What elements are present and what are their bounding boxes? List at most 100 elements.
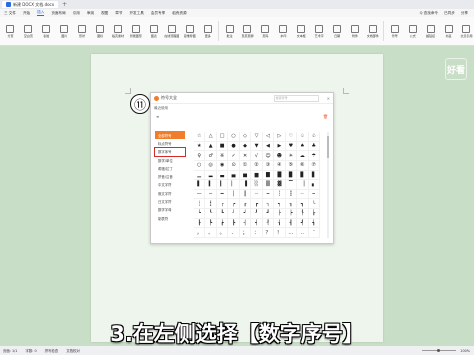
symbol-cell[interactable]: ┘ <box>228 209 240 219</box>
ribbon-button[interactable]: 附件 <box>348 24 363 38</box>
zoom-level[interactable]: 100% <box>460 349 470 353</box>
menu-item[interactable]: 三 文件 <box>4 11 16 16</box>
menu-item[interactable]: 引用 <box>73 11 80 16</box>
symbol-cell[interactable]: ☻ <box>274 151 286 161</box>
symbol-cell[interactable]: ┟ <box>308 209 320 219</box>
symbol-cell[interactable]: ░ <box>251 180 263 190</box>
ribbon-button[interactable]: 文本框 <box>294 24 309 38</box>
symbol-cell[interactable]: ☺ <box>262 151 275 161</box>
symbol-cell[interactable]: ┐ <box>262 199 275 210</box>
category-item[interactable]: 标点符号 <box>155 139 185 147</box>
symbol-cell[interactable]: ┕ <box>194 209 206 219</box>
category-item[interactable]: 希腊/拉丁 <box>155 164 185 172</box>
symbol-cell[interactable]: ┛ <box>262 209 275 219</box>
symbol-cell[interactable]: ！ <box>274 228 286 238</box>
symbol-cell[interactable]: ⊙ <box>228 160 240 171</box>
ribbon-button[interactable]: 空白页 <box>21 24 36 38</box>
ribbon-button[interactable]: 形状 <box>75 24 90 38</box>
ribbon-button[interactable]: 批注 <box>222 24 237 38</box>
symbol-search-input[interactable]: 搜索符号 <box>273 94 319 102</box>
menu-item[interactable]: 开发工具 <box>129 11 143 16</box>
symbol-cell[interactable]: ▁ <box>194 170 206 181</box>
symbol-cell[interactable]: ； <box>239 228 252 238</box>
menu-right-item[interactable]: 分享 <box>461 11 468 16</box>
symbol-cell[interactable]: ◆ <box>239 141 252 152</box>
symbol-cell[interactable]: ├ <box>274 209 286 219</box>
symbol-cell[interactable]: ┡ <box>205 218 217 229</box>
symbol-cell[interactable]: 、 <box>205 228 217 238</box>
category-item[interactable]: 俄文字符 <box>155 189 185 197</box>
ribbon-button[interactable]: 符号 <box>387 24 402 38</box>
scrollbar-thumb[interactable] <box>327 136 329 158</box>
symbol-cell[interactable]: △ <box>205 132 217 142</box>
symbol-cell[interactable]: ♡ <box>285 132 298 142</box>
ribbon-button[interactable]: 图表 <box>146 24 161 38</box>
status-item[interactable]: 页面: 1/1 <box>3 348 17 353</box>
symbol-cell[interactable]: ． <box>228 228 240 238</box>
symbol-cell[interactable]: ▎ <box>216 180 229 190</box>
symbol-cell[interactable]: ┏ <box>251 199 263 210</box>
symbol-cell[interactable]: ▽ <box>251 132 263 142</box>
command-search[interactable]: Q 查找命令 <box>420 11 438 16</box>
symbol-cell[interactable]: ┨ <box>285 218 298 229</box>
ribbon-button[interactable]: 交叉引用 <box>459 24 474 38</box>
category-item[interactable]: 日文字符 <box>155 197 185 205</box>
menu-item[interactable]: 章节 <box>115 11 122 16</box>
symbol-cell[interactable]: ┊ <box>194 199 206 210</box>
symbol-cell[interactable]: ☀ <box>285 151 298 161</box>
symbol-cell[interactable]: ┓ <box>297 199 309 210</box>
symbol-cell[interactable]: ┙ <box>239 209 252 219</box>
symbol-cell[interactable]: █ <box>274 170 286 181</box>
category-item[interactable]: 中文字符 <box>155 181 185 189</box>
symbol-cell[interactable]: ◎ <box>205 160 217 171</box>
symbol-cell[interactable]: ▍ <box>205 180 217 190</box>
status-item[interactable]: 文档校对 <box>66 348 80 353</box>
close-icon[interactable]: × <box>327 96 330 101</box>
symbol-cell[interactable]: ● <box>228 141 240 152</box>
symbol-cell[interactable]: ¨ <box>308 228 320 238</box>
symbol-cell[interactable]: ┇ <box>285 189 298 200</box>
ribbon-button[interactable]: 水印 <box>276 24 291 38</box>
ribbon-button[interactable]: 书签 <box>441 24 456 38</box>
symbol-cell[interactable]: ┠ <box>194 218 206 229</box>
symbol-cell[interactable]: ， <box>194 228 206 238</box>
menu-item[interactable]: 开始 <box>23 11 30 16</box>
category-item[interactable]: 拼音/注音 <box>155 172 185 180</box>
symbol-cell[interactable]: 。 <box>216 228 229 238</box>
ribbon-button[interactable]: 超链接 <box>423 24 438 38</box>
menu-item[interactable]: 稻壳资源 <box>172 11 186 16</box>
symbol-cell[interactable]: ⑤ <box>285 160 298 171</box>
symbol-cell[interactable]: ○ <box>194 160 206 171</box>
symbol-cell[interactable]: ▏ <box>228 180 240 190</box>
symbol-cell[interactable]: └ <box>308 199 320 210</box>
symbol-cell[interactable]: ☂ <box>308 151 320 161</box>
ribbon-button[interactable]: 艺术字 <box>312 24 327 38</box>
symbol-cell[interactable]: ▲ <box>205 141 217 152</box>
symbol-cell[interactable]: ┄ <box>251 189 263 200</box>
symbol-cell[interactable]: ③ <box>262 160 275 171</box>
symbol-cell[interactable]: ┆ <box>274 189 286 200</box>
ribbon-button[interactable]: 智能图形 <box>128 24 143 38</box>
symbol-cell[interactable]: □ <box>216 132 229 142</box>
symbol-cell[interactable]: ┒ <box>285 199 298 210</box>
symbol-cell[interactable]: ▓ <box>274 180 286 190</box>
ribbon-button[interactable]: 页眉页脚 <box>240 24 255 38</box>
symbol-cell[interactable]: ■ <box>216 141 229 152</box>
ribbon-button[interactable]: 思维导图 <box>182 24 197 38</box>
symbol-cell[interactable]: ▆ <box>251 170 263 181</box>
symbol-cell[interactable]: ┃ <box>239 189 252 200</box>
symbol-cell[interactable]: √ <box>251 151 263 161</box>
symbol-cell[interactable]: … <box>285 228 298 238</box>
symbol-cell[interactable]: ♤ <box>297 132 309 142</box>
menu-item[interactable]: 插入 <box>37 10 45 16</box>
symbol-cell[interactable]: ┅ <box>262 189 275 200</box>
ribbon-button[interactable]: 公式 <box>405 24 420 38</box>
ribbon-button[interactable]: 表格 <box>39 24 54 38</box>
symbol-cell[interactable]: ▖ <box>308 180 320 190</box>
symbol-cell[interactable]: ？ <box>262 228 275 238</box>
symbol-cell[interactable]: ⑥ <box>297 160 309 171</box>
symbol-cell[interactable]: ┉ <box>308 189 320 200</box>
symbol-cell[interactable]: ▃ <box>216 170 229 181</box>
ribbon-button[interactable]: 页码 <box>258 24 273 38</box>
symbol-cell[interactable]: ② <box>251 160 263 171</box>
